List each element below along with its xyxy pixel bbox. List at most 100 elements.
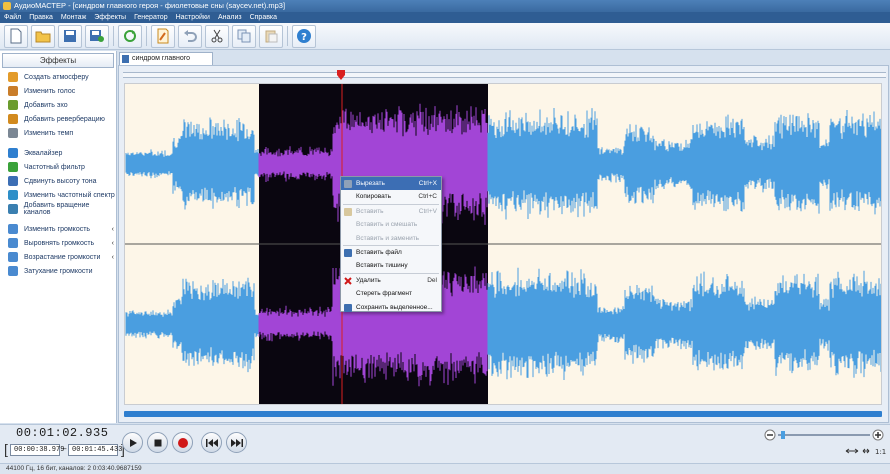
- effect-icon: [8, 162, 18, 172]
- edit-file-button[interactable]: [151, 24, 175, 48]
- status-bar: 44100 Гц, 16 бит, каналов: 2 0:03:40.968…: [0, 463, 890, 474]
- context-menu-label: Вставить и смешать: [356, 221, 418, 229]
- save-icon: [64, 30, 76, 42]
- context-menu-item: Вставить Ctrl+V: [341, 205, 441, 218]
- undo-button[interactable]: [178, 24, 202, 48]
- effect-item[interactable]: Эквалайзер: [0, 146, 116, 160]
- context-menu: Вырезать Ctrl+X Копировать Ctrl+C Вставить Ct…: [340, 176, 442, 312]
- undo-icon: [184, 30, 197, 42]
- effect-icon: [8, 190, 18, 200]
- zoom-in-button[interactable]: [872, 429, 884, 441]
- context-menu-item[interactable]: Копировать Ctrl+C: [341, 190, 441, 203]
- menu-item-4[interactable]: Генератор: [130, 12, 172, 23]
- svg-text:1:1: 1:1: [875, 448, 886, 456]
- rewind-icon: [205, 438, 218, 447]
- effect-item[interactable]: Изменить частотный спектр: [0, 188, 116, 202]
- save-selection-icon: [344, 303, 352, 312]
- paste-icon: [344, 207, 352, 216]
- zoom-selection-icon[interactable]: 1:1: [875, 448, 886, 456]
- selection-end-field[interactable]: 00:01:45.433: [68, 444, 122, 456]
- help-button[interactable]: ?: [292, 24, 316, 48]
- new-file-button[interactable]: [4, 24, 28, 48]
- context-menu-label: Вставить и заменить: [356, 234, 420, 242]
- toolbar: ?: [0, 23, 890, 50]
- effect-item[interactable]: Изменить темп: [0, 126, 116, 140]
- context-menu-item[interactable]: Сохранить выделенное...: [341, 301, 441, 314]
- refresh-button[interactable]: [118, 24, 142, 48]
- effect-label: Затухание громкости: [24, 267, 93, 275]
- effect-icon: [8, 176, 18, 186]
- menu-item-6[interactable]: Анализ: [214, 12, 246, 23]
- effect-item[interactable]: Затухание громкости: [0, 264, 116, 278]
- effect-label: Добавить реверберацию: [24, 115, 105, 123]
- copy-button[interactable]: [232, 24, 256, 48]
- context-menu-item[interactable]: Удалить Del: [341, 274, 441, 287]
- context-menu-item: Вставить и смешать: [341, 218, 441, 231]
- stop-button[interactable]: [147, 432, 168, 453]
- effect-item[interactable]: Возрастание громкости ‹: [0, 250, 116, 264]
- save-as-button[interactable]: [85, 24, 109, 48]
- paste-button[interactable]: [259, 24, 283, 48]
- copy-icon: [237, 29, 251, 43]
- context-menu-item[interactable]: Вставить тишину: [341, 259, 441, 272]
- menu-item-5[interactable]: Настройки: [172, 12, 214, 23]
- open-file-button[interactable]: [31, 24, 55, 48]
- menu-item-7[interactable]: Справка: [246, 12, 281, 23]
- context-menu-label: Стереть фрагмент: [356, 290, 412, 298]
- effect-item[interactable]: Частотный фильтр: [0, 160, 116, 174]
- context-menu-label: Копировать: [356, 193, 391, 201]
- waveform-channel-left: [125, 108, 881, 220]
- rewind-button[interactable]: [201, 432, 222, 453]
- timeline-ruler[interactable]: [123, 72, 886, 78]
- context-menu-item[interactable]: Стереть фрагмент: [341, 287, 441, 300]
- context-menu-label: Вырезать: [356, 180, 385, 187]
- delete-icon: [344, 277, 352, 285]
- effect-item[interactable]: Изменить громкость ‹: [0, 222, 116, 236]
- effect-item[interactable]: Изменить голос: [0, 84, 116, 98]
- waveform-canvas[interactable]: [125, 84, 882, 405]
- zoom-all-icon[interactable]: [862, 448, 870, 454]
- zoom-out-button[interactable]: [764, 429, 776, 441]
- zoom-fit-icon[interactable]: [845, 448, 859, 454]
- playhead-marker[interactable]: [336, 69, 346, 81]
- play-icon: [129, 438, 137, 447]
- context-menu-item[interactable]: Вставить файл: [341, 246, 441, 259]
- effect-item[interactable]: Добавить эхо: [0, 98, 116, 112]
- paste-icon: [265, 30, 278, 43]
- menu-item-2[interactable]: Монтаж: [57, 12, 90, 23]
- toolbar-separator: [113, 26, 114, 46]
- context-menu-label: Удалить: [356, 276, 381, 284]
- submenu-arrow-icon[interactable]: ‹: [112, 240, 114, 247]
- current-time-display: 00:01:02.935: [16, 426, 109, 440]
- effect-item[interactable]: Добавить реверберацию: [0, 112, 116, 126]
- shortcut-label: Ctrl+X: [418, 180, 437, 187]
- submenu-arrow-icon[interactable]: ‹: [112, 254, 114, 261]
- zoom-slider-thumb[interactable]: [781, 431, 785, 439]
- context-menu-label: Вставить тишину: [356, 262, 408, 270]
- effect-item[interactable]: Сдвинуть высоту тона: [0, 174, 116, 188]
- selection-start-field[interactable]: 00:00:38.979: [10, 444, 64, 456]
- submenu-arrow-icon[interactable]: ‹: [112, 226, 114, 233]
- horizontal-scrollbar[interactable]: [124, 411, 882, 417]
- tab-document[interactable]: синдром главного героя...: [119, 52, 213, 74]
- open-folder-icon: [35, 31, 51, 43]
- menu-item-0[interactable]: Файл: [0, 12, 25, 23]
- context-menu-label: Вставить файл: [356, 248, 402, 256]
- context-menu-label: Сохранить выделенное...: [356, 303, 433, 311]
- range-dash: –: [62, 444, 67, 453]
- effect-icon: [8, 238, 18, 248]
- effect-label: Частотный фильтр: [24, 163, 85, 171]
- effect-item[interactable]: Создать атмосферу: [0, 70, 116, 84]
- save-button[interactable]: [58, 24, 82, 48]
- record-button[interactable]: [172, 432, 193, 453]
- effect-item[interactable]: Выровнять громкость ‹: [0, 236, 116, 250]
- cut-button[interactable]: [205, 24, 229, 48]
- effect-item[interactable]: Добавить вращение каналов: [0, 202, 116, 216]
- fast-forward-button[interactable]: [226, 432, 247, 453]
- menu-item-1[interactable]: Правка: [25, 12, 57, 23]
- menu-item-3[interactable]: Эффекты: [90, 12, 130, 23]
- context-menu-item[interactable]: Вырезать Ctrl+X: [341, 177, 441, 191]
- waveform-view[interactable]: [124, 83, 882, 405]
- effect-label: Возрастание громкости: [24, 253, 101, 261]
- play-button[interactable]: [122, 432, 143, 453]
